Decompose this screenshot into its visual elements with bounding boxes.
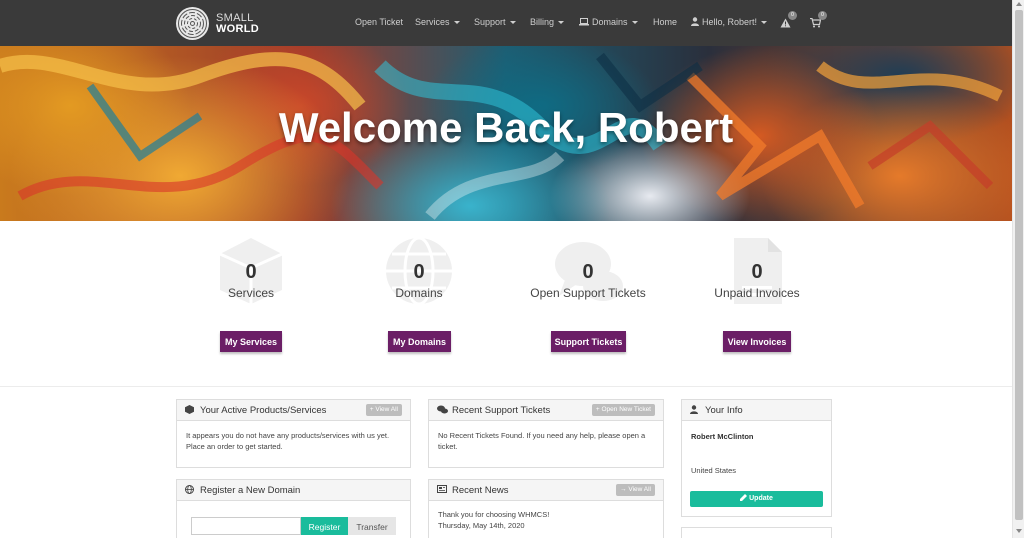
- info-panel: Your Info Robert McClinton United States…: [681, 399, 832, 517]
- nav-domains-label: Domains: [592, 17, 628, 27]
- brand-name: SMALL WORLD: [216, 11, 260, 35]
- info-panel-title: Your Info: [705, 405, 743, 416]
- support-tickets-button[interactable]: Support Tickets: [551, 331, 626, 352]
- stat-domains: 0 Domains: [344, 236, 494, 306]
- user-icon: [691, 17, 699, 26]
- register-domain-button[interactable]: Register: [301, 517, 348, 535]
- tickets-panel-body: No Recent Tickets Found. If you need any…: [438, 431, 646, 451]
- cart-icon: [810, 17, 822, 28]
- open-new-ticket-button[interactable]: + Open New Ticket: [591, 404, 655, 416]
- nav-support[interactable]: Support: [474, 17, 516, 27]
- warning-icon: [780, 18, 791, 28]
- news-item-date: Thursday, May 14th, 2020: [438, 521, 525, 530]
- hero-banner: Welcome Back, Robert: [0, 46, 1012, 221]
- scroll-up-icon[interactable]: [1016, 2, 1022, 6]
- news-view-all-button[interactable]: → View All: [616, 484, 655, 496]
- products-panel-header: Your Active Products/Services + View All: [177, 400, 410, 421]
- services-label: Services: [227, 286, 274, 300]
- place-order-link[interactable]: Place an order to get started: [186, 442, 281, 451]
- chevron-down-icon: [631, 21, 638, 25]
- globe-icon: [185, 485, 194, 494]
- welcome-heading: Welcome Back, Robert: [278, 104, 734, 151]
- scrollbar-thumb[interactable]: [1015, 10, 1023, 520]
- newspaper-icon: [437, 485, 447, 493]
- nav-billing[interactable]: Billing: [530, 17, 565, 27]
- invoices-label: Unpaid Invoices: [714, 286, 800, 300]
- nav-domains[interactable]: Domains: [579, 17, 638, 27]
- domain-search-input[interactable]: [191, 517, 301, 535]
- chevron-down-icon: [761, 21, 768, 25]
- chevron-down-icon: [453, 21, 460, 25]
- cube-icon: [185, 405, 194, 414]
- register-domain-panel-header: Register a New Domain: [177, 480, 410, 501]
- notifications-badge: 0: [788, 11, 797, 20]
- scroll-down-icon[interactable]: [1016, 529, 1022, 533]
- domains-label: Domains: [395, 286, 443, 300]
- laptop-icon: [579, 18, 589, 26]
- news-panel-title: Recent News: [452, 485, 509, 496]
- my-domains-button[interactable]: My Domains: [388, 331, 451, 352]
- products-empty-text: It appears you do not have any products/…: [186, 431, 390, 440]
- brand-logo[interactable]: SMALL WORLD: [176, 7, 259, 40]
- cart-badge: 0: [818, 11, 827, 20]
- tickets-panel-header: Recent Support Tickets + Open New Ticket: [429, 400, 663, 421]
- news-panel-header: Recent News → View All: [429, 480, 663, 501]
- services-count: 0: [245, 261, 257, 283]
- logo-fingerprint-icon: [176, 7, 209, 40]
- news-panel: Recent News → View All Thank you for cho…: [428, 479, 664, 538]
- comments-icon: [437, 405, 448, 414]
- stat-invoices: 0 Unpaid Invoices: [682, 236, 832, 304]
- user-icon: [690, 405, 698, 414]
- update-label: Update: [749, 495, 773, 502]
- products-empty-suffix: .: [280, 442, 283, 451]
- pencil-icon: [740, 494, 748, 501]
- invoices-count: 0: [751, 261, 763, 283]
- cart-button[interactable]: 0: [810, 11, 827, 33]
- news-panel-body: Thank you for choosing WHMCS! Thursday, …: [429, 501, 663, 538]
- next-panel-partial: [681, 527, 832, 538]
- nav-services[interactable]: Services: [415, 17, 460, 27]
- brand-line2: WORLD: [216, 22, 260, 35]
- nav-home[interactable]: Home: [653, 17, 677, 27]
- products-view-all-button[interactable]: + View All: [365, 404, 402, 416]
- my-services-button[interactable]: My Services: [220, 331, 282, 352]
- nav-open-ticket[interactable]: Open Ticket: [355, 17, 403, 27]
- stat-services: 0 Services: [176, 236, 326, 304]
- nav-support-label: Support: [474, 17, 506, 27]
- products-panel-title: Your Active Products/Services: [200, 405, 327, 416]
- section-divider: [0, 386, 1012, 387]
- top-navbar: SMALL WORLD Open Ticket Services Support…: [0, 0, 1012, 46]
- page-scrollbar[interactable]: [1012, 0, 1024, 538]
- tickets-panel-title: Recent Support Tickets: [452, 405, 551, 416]
- tickets-panel: Recent Support Tickets + Open New Ticket…: [428, 399, 664, 468]
- register-domain-panel: Register a New Domain Register Transfer: [176, 479, 411, 538]
- news-item-title[interactable]: Thank you for choosing WHMCS!: [438, 509, 654, 520]
- update-info-button[interactable]: Update: [690, 491, 823, 507]
- nav-services-label: Services: [415, 17, 450, 27]
- tickets-label: Open Support Tickets: [530, 286, 646, 300]
- register-domain-panel-title: Register a New Domain: [200, 485, 301, 496]
- chevron-down-icon: [509, 21, 516, 25]
- nav-billing-label: Billing: [530, 17, 555, 27]
- nav-user-menu[interactable]: Hello, Robert!: [691, 17, 768, 27]
- brand-line1: SMALL: [216, 11, 254, 24]
- nav-user-label: Hello, Robert!: [702, 17, 758, 27]
- products-panel-body: It appears you do not have any products/…: [177, 421, 410, 461]
- chevron-down-icon: [558, 21, 565, 25]
- view-invoices-button[interactable]: View Invoices: [723, 331, 791, 352]
- stat-tickets: 0 Open Support Tickets: [513, 236, 663, 301]
- info-panel-header: Your Info: [682, 400, 831, 421]
- account-country: United States: [691, 466, 737, 475]
- tickets-count: 0: [582, 261, 594, 283]
- products-panel: Your Active Products/Services + View All…: [176, 399, 411, 468]
- transfer-domain-button[interactable]: Transfer: [348, 517, 396, 535]
- account-name: Robert McClinton: [691, 432, 754, 441]
- domains-count: 0: [413, 261, 425, 283]
- notifications-button[interactable]: 0: [780, 11, 797, 33]
